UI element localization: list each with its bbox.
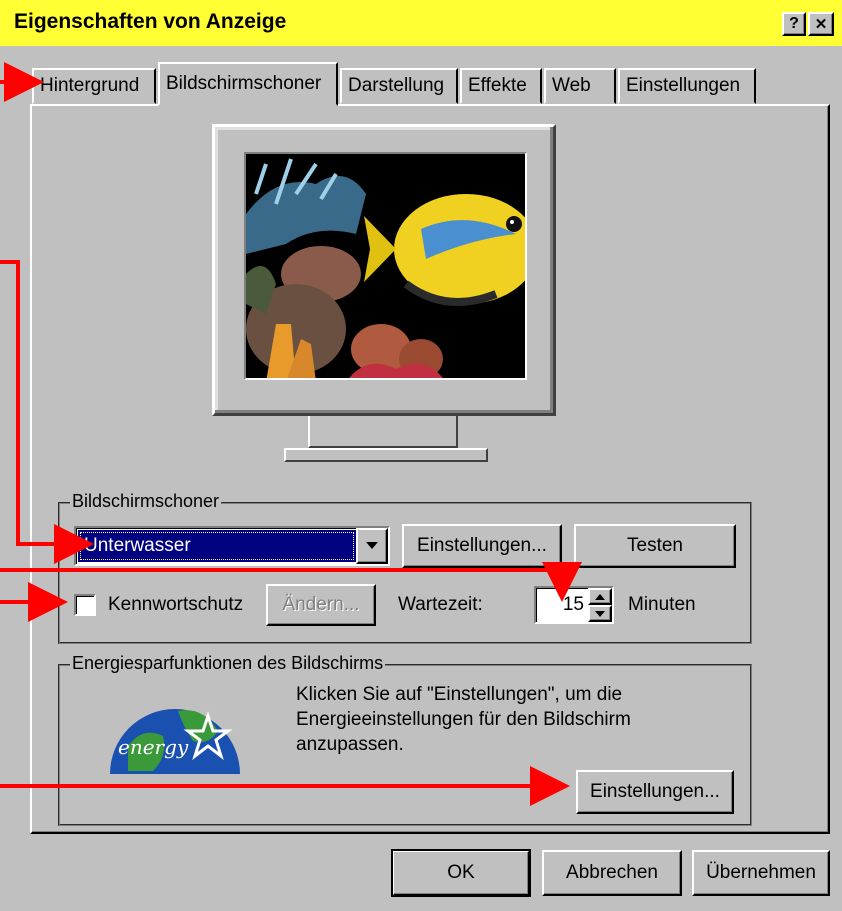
tab-hintergrund[interactable]: Hintergrund [32,68,156,104]
svg-text:energy: energy [118,735,189,759]
dropdown-arrow-button[interactable] [356,528,388,564]
screensaver-select-value: Unterwasser [78,530,356,562]
spin-down-icon [595,610,605,617]
tab-web[interactable]: Web [544,68,616,104]
wait-time-input[interactable]: 15 [534,586,614,624]
cancel-button[interactable]: Abbrechen [542,850,682,896]
tab-effekte[interactable]: Effekte [460,68,542,104]
ok-button[interactable]: OK [391,849,531,897]
tab-einstellungen[interactable]: Einstellungen [618,68,756,104]
screensaver-select[interactable]: Unterwasser [74,526,390,566]
energy-description: Klicken Sie auf "Einstellungen", um die … [296,684,631,755]
monitor-stand [284,448,488,462]
spin-up-button[interactable] [588,588,612,605]
screensaver-group-title: Bildschirmschoner [70,491,222,512]
password-label: Kennwortschutz [108,594,244,615]
monitor-preview [212,124,556,464]
wait-label: Wartezeit: [398,594,483,615]
tab-bildschirmschoner[interactable]: Bildschirmschoner [158,62,338,106]
energy-star-icon: energy [110,709,240,774]
wait-time-value: 15 [562,594,584,615]
help-button[interactable]: ? [782,12,806,36]
energy-group-title: Energiesparfunktionen des Bildschirms [70,653,386,674]
screensaver-settings-button[interactable]: Einstellungen... [402,524,562,568]
energy-star-logo: energy [108,686,242,776]
window-title: Eigenschaften von Anzeige [14,10,287,33]
chevron-down-icon [366,542,378,549]
minutes-label: Minuten [628,594,696,615]
help-icon: ? [789,15,799,32]
change-password-button[interactable]: Ändern... [266,584,376,626]
monitor-neck [308,416,458,448]
test-button[interactable]: Testen [574,524,736,568]
underwater-scene [246,154,525,378]
energy-settings-button[interactable]: Einstellungen... [576,770,734,814]
close-button[interactable]: ✕ [808,12,834,36]
title-bar: Eigenschaften von Anzeige ? ✕ [0,0,842,48]
tab-darstellung[interactable]: Darstellung [340,68,458,104]
spin-down-button[interactable] [588,605,612,622]
apply-button[interactable]: Übernehmen [692,850,830,896]
password-checkbox[interactable] [74,594,96,616]
spin-up-icon [595,593,605,600]
close-icon: ✕ [814,16,828,33]
screen-preview-image [244,152,527,380]
